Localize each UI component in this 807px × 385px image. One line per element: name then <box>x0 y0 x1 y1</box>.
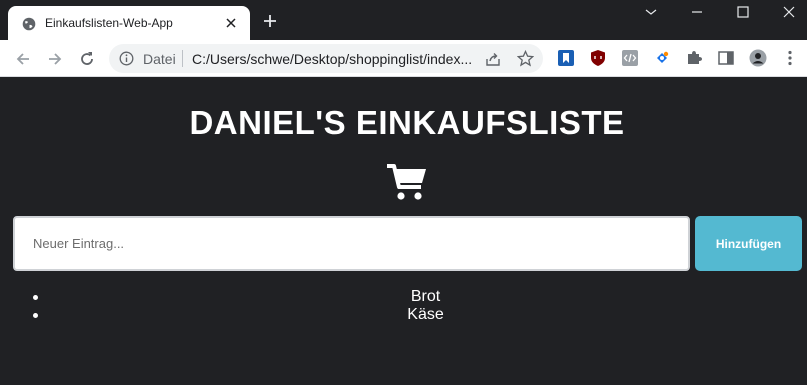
address-scheme-label: Datei <box>143 51 176 67</box>
list-bullet <box>33 313 38 318</box>
list-item[interactable]: Käse <box>0 306 807 324</box>
plus-icon[interactable] <box>263 14 277 28</box>
ublock-icon[interactable] <box>589 49 607 67</box>
list-item[interactable]: Brot <box>0 288 807 306</box>
code-extension-icon[interactable] <box>621 49 639 67</box>
page-title: DANIEL'S EINKAUFSLISTE <box>189 104 625 141</box>
list-bullet <box>33 295 38 300</box>
address-url[interactable]: C:/Users/schwe/Desktop/shoppinglist/inde… <box>192 51 472 67</box>
star-icon[interactable] <box>517 50 534 67</box>
page-content: DANIEL'S EINKAUFSLISTE Hinzufügen Brot K… <box>0 78 807 385</box>
back-arrow-icon[interactable] <box>14 50 32 68</box>
globe-icon <box>22 17 36 31</box>
shopping-cart-icon <box>387 164 426 200</box>
sidepanel-icon[interactable] <box>717 49 735 67</box>
address-bar[interactable]: Datei C:/Users/schwe/Desktop/shoppinglis… <box>109 44 543 73</box>
maximize-icon[interactable] <box>736 5 750 19</box>
tab-title: Einkaufslisten-Web-App <box>45 16 173 30</box>
shopping-list: Brot Käse <box>0 288 807 324</box>
tab-strip: Einkaufslisten-Web-App <box>0 0 807 40</box>
address-separator <box>182 50 183 67</box>
close-icon[interactable] <box>224 16 238 30</box>
puzzle-icon[interactable] <box>685 49 703 67</box>
reload-icon[interactable] <box>78 50 96 68</box>
forward-arrow-icon[interactable] <box>46 50 64 68</box>
browser-toolbar: Datei C:/Users/schwe/Desktop/shoppinglis… <box>0 40 807 77</box>
browser-tab[interactable]: Einkaufslisten-Web-App <box>8 6 250 40</box>
add-button[interactable]: Hinzufügen <box>695 216 802 271</box>
more-vert-icon[interactable] <box>781 49 799 67</box>
minimize-icon[interactable] <box>690 5 704 19</box>
extension-icon-blue[interactable] <box>653 49 671 67</box>
minimize-icon[interactable] <box>644 5 658 19</box>
list-item-label: Käse <box>407 306 444 323</box>
info-icon[interactable] <box>119 51 134 66</box>
list-item-label: Brot <box>410 288 441 305</box>
profile-avatar[interactable] <box>749 49 767 67</box>
new-entry-input[interactable] <box>13 216 690 271</box>
window-close-icon[interactable] <box>782 5 796 19</box>
extension-icon-bookmark[interactable] <box>557 49 575 67</box>
share-icon[interactable] <box>485 51 501 67</box>
